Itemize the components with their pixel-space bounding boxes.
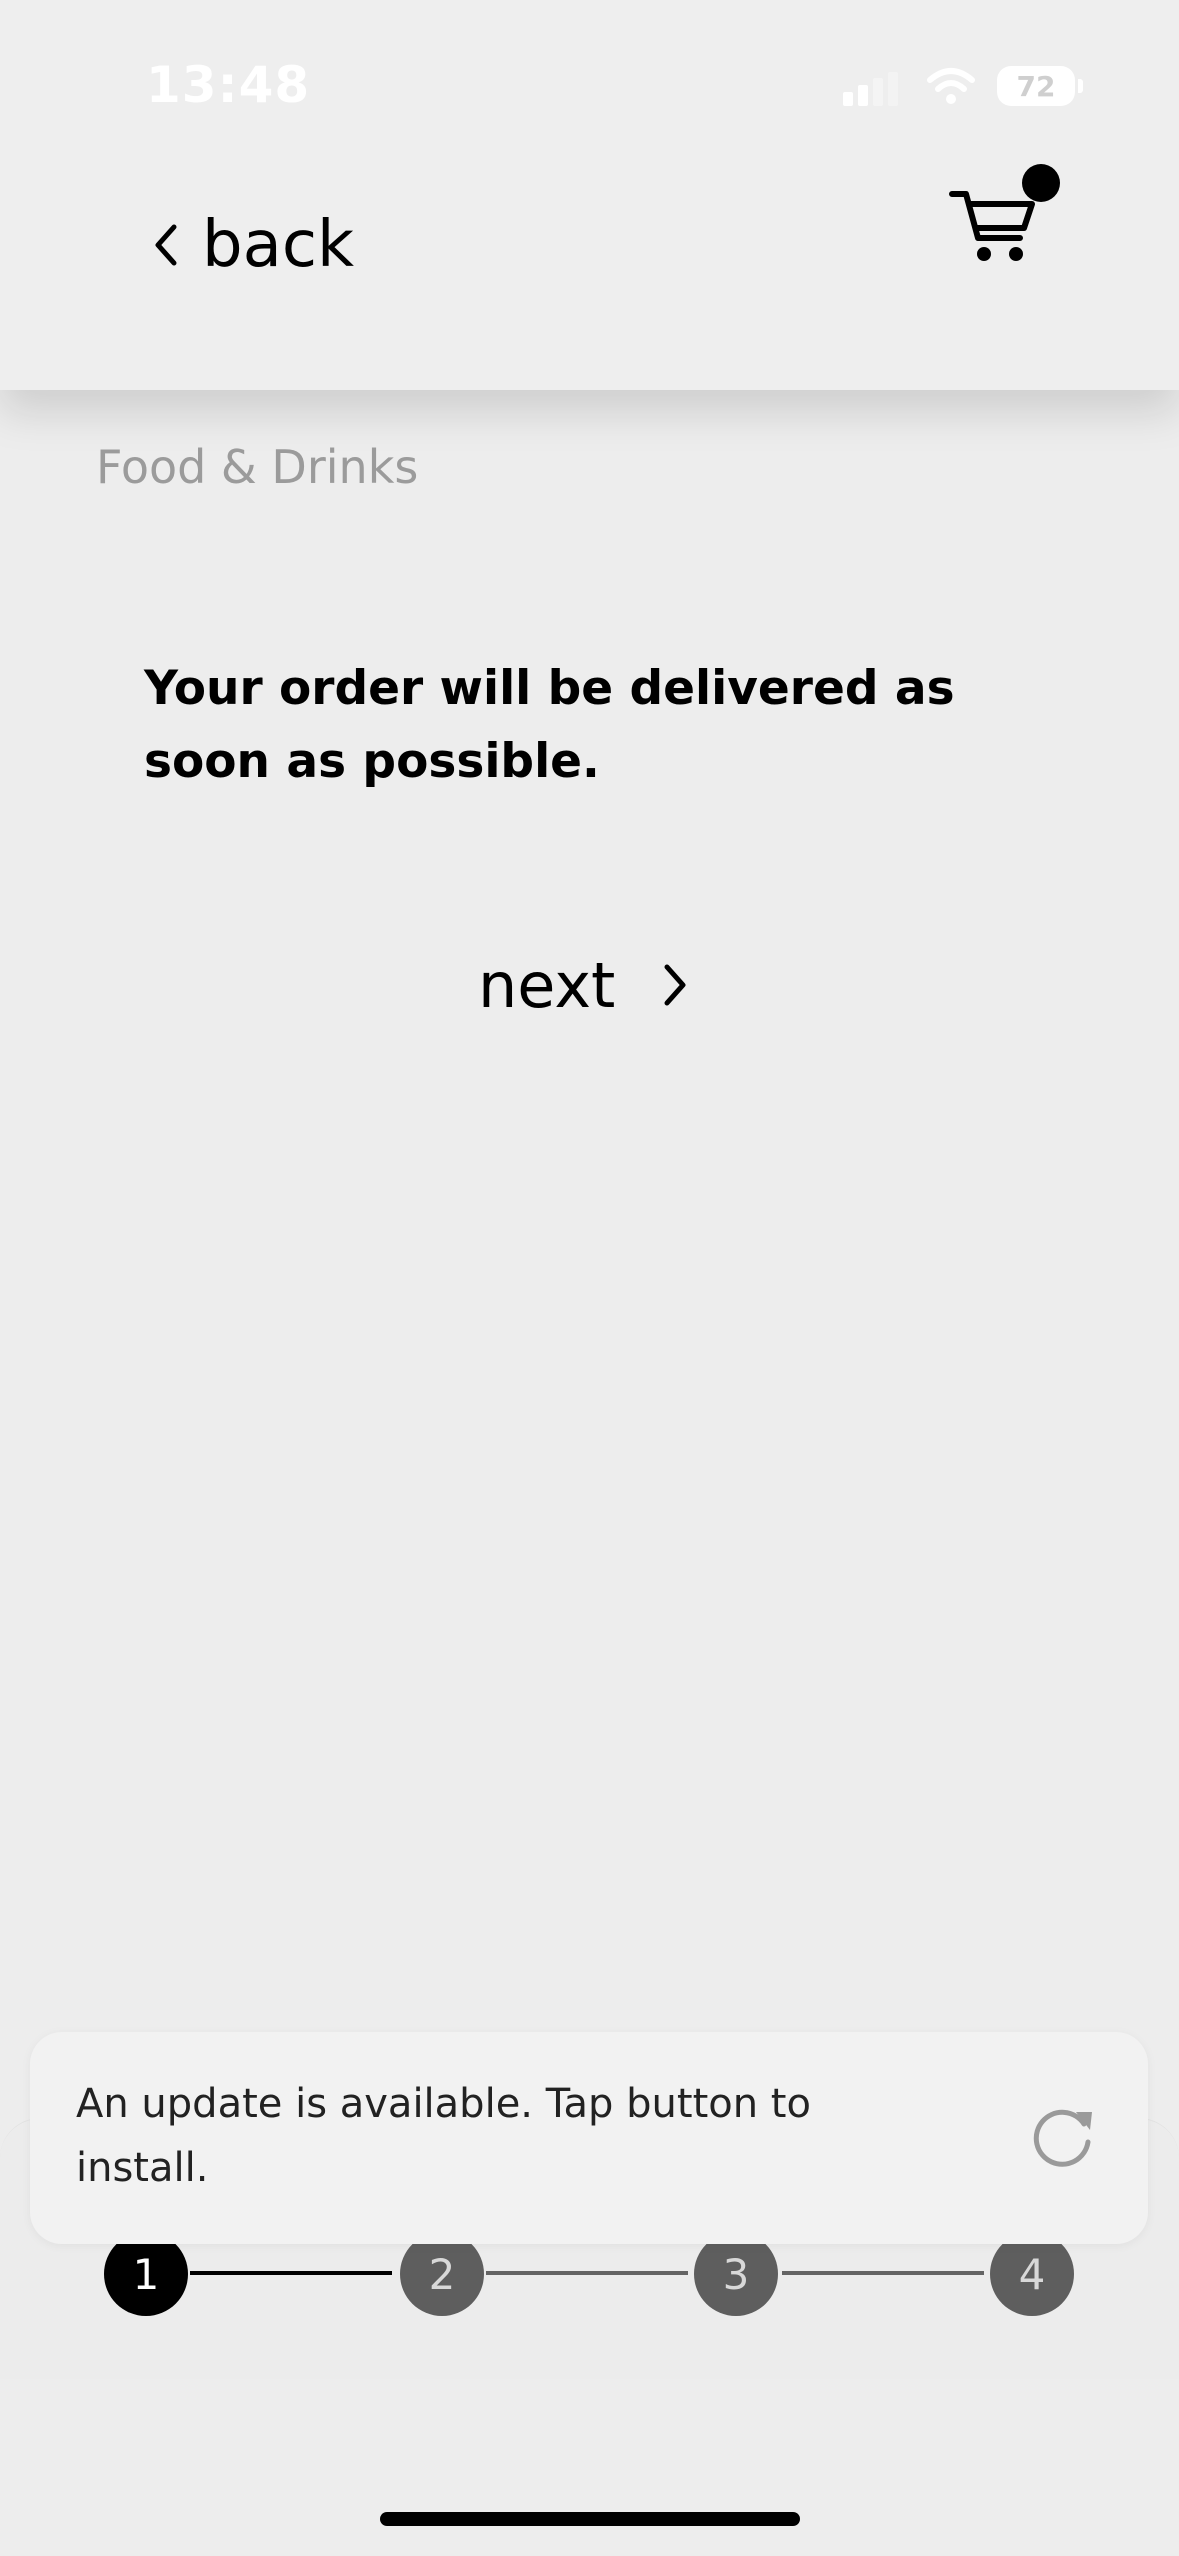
step-3[interactable]: 3 <box>694 2232 778 2316</box>
status-bar: 13:48 72 <box>0 0 1179 180</box>
battery-level: 72 <box>1016 69 1056 103</box>
step-2[interactable]: 2 <box>400 2232 484 2316</box>
step-number: 3 <box>722 2249 750 2299</box>
delivery-message: Your order will be delivered as soon as … <box>144 661 955 789</box>
chevron-left-icon <box>155 224 177 266</box>
step-1[interactable]: 1 <box>104 2232 188 2316</box>
refresh-icon <box>1033 2109 1092 2167</box>
chevron-right-icon <box>664 964 686 1006</box>
step-4[interactable]: 4 <box>990 2232 1074 2316</box>
step-number: 1 <box>132 2249 160 2299</box>
update-message: An update is available. Tap button to in… <box>76 2081 811 2191</box>
update-toast: An update is available. Tap button to in… <box>30 2032 1148 2244</box>
step-number: 4 <box>1018 2249 1046 2299</box>
cart-icon <box>949 191 1035 261</box>
refresh-button[interactable] <box>1026 2102 1098 2174</box>
next-label: next <box>478 948 616 1022</box>
back-label: back <box>202 208 355 282</box>
step-number: 2 <box>428 2249 456 2299</box>
signal-icon <box>843 72 898 106</box>
step-connector <box>486 2271 688 2275</box>
home-indicator <box>380 2512 800 2526</box>
wifi-icon <box>927 68 975 104</box>
battery-icon: 72 <box>997 66 1075 106</box>
back-button[interactable]: back <box>152 200 354 290</box>
battery-cap <box>1078 79 1083 93</box>
next-button[interactable]: next <box>478 940 689 1030</box>
category-label: Food & Drinks <box>96 440 419 494</box>
step-connector <box>190 2271 392 2275</box>
status-time: 13:48 <box>146 56 311 114</box>
step-connector <box>782 2271 984 2275</box>
